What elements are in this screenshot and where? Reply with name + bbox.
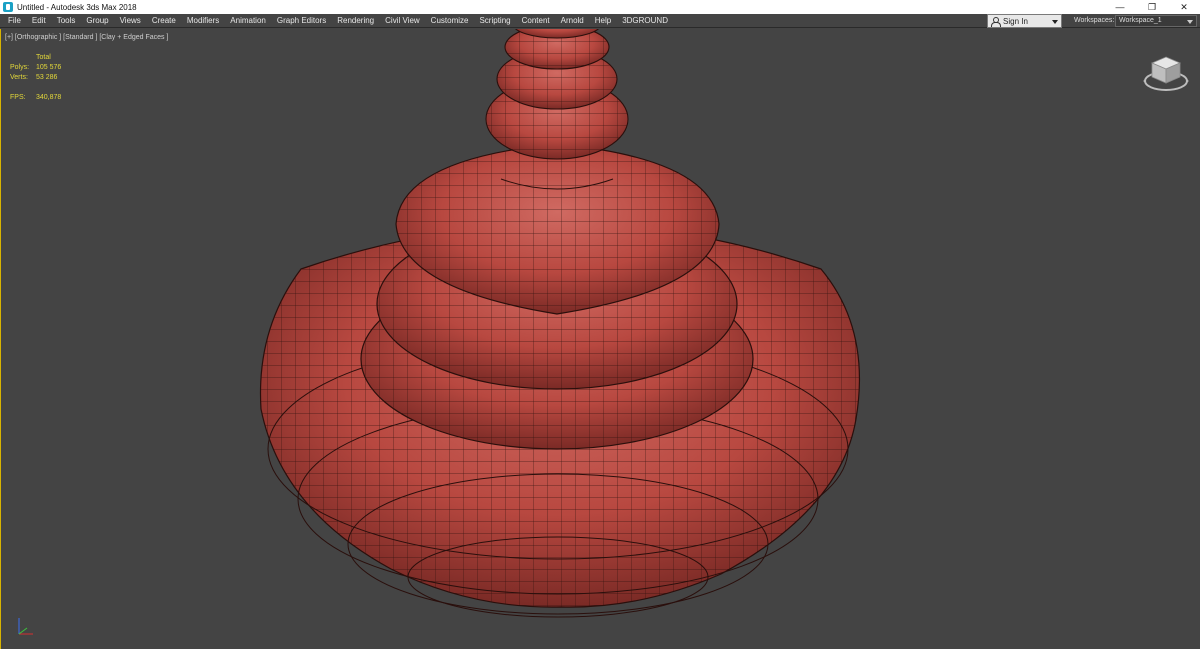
polys-value: 105 576 (36, 64, 62, 71)
title-bar: Untitled - Autodesk 3ds Max 2018 — ❐ ✕ (0, 0, 1200, 14)
menu-civil-view[interactable]: Civil View (380, 14, 426, 28)
polys-label: Polys: (10, 64, 30, 71)
vase-neck-beads (485, 29, 629, 160)
workspace-value: Workspace_1 (1119, 17, 1162, 24)
viewport-statistics: Total Polys: 105 576 Verts: 53 286 FPS: … (10, 53, 61, 103)
menu-animation[interactable]: Animation (225, 14, 272, 28)
minimize-button[interactable]: — (1104, 0, 1136, 14)
stats-polys-row: Polys: 105 576 (10, 63, 61, 73)
app-icon[interactable] (3, 2, 13, 12)
menu-3dground[interactable]: 3DGROUND (617, 14, 674, 28)
restore-button[interactable]: ❐ (1136, 0, 1168, 14)
menu-edit[interactable]: Edit (26, 14, 51, 28)
chevron-down-icon (1187, 20, 1193, 24)
chevron-down-icon (1052, 20, 1058, 24)
menu-graph-editors[interactable]: Graph Editors (271, 14, 331, 28)
viewport-label[interactable]: [+] [Orthographic ] [Standard ] [Clay + … (5, 34, 168, 41)
menu-help[interactable]: Help (589, 14, 616, 28)
menu-file[interactable]: File (0, 14, 26, 28)
vase-model-mesh[interactable] (1, 29, 1200, 649)
workspace-select[interactable]: Workspace_1 (1115, 15, 1197, 27)
verts-value: 53 286 (36, 74, 58, 81)
menu-tools[interactable]: Tools (51, 14, 81, 28)
menu-modifiers[interactable]: Modifiers (181, 14, 224, 28)
menu-bar: File Edit Tools Group Views Create Modif… (0, 14, 1200, 28)
menu-create[interactable]: Create (146, 14, 181, 28)
fps-value: 340,878 (36, 94, 62, 101)
stats-fps-row: FPS: 340,878 (10, 93, 61, 103)
sign-in-dropdown[interactable]: Sign In (987, 14, 1062, 28)
menu-content[interactable]: Content (516, 14, 555, 28)
verts-label: Verts: (10, 74, 28, 81)
user-icon (991, 16, 1001, 27)
stats-verts-row: Verts: 53 286 (10, 73, 61, 83)
menu-customize[interactable]: Customize (425, 14, 474, 28)
window-title: Untitled - Autodesk 3ds Max 2018 (17, 2, 137, 12)
menu-scripting[interactable]: Scripting (474, 14, 516, 28)
perspective-viewport[interactable]: [+] [Orthographic ] [Standard ] [Clay + … (0, 29, 1200, 649)
axis-tripod-icon (18, 618, 33, 635)
sign-in-label: Sign In (1003, 16, 1028, 26)
window-controls: — ❐ ✕ (1104, 0, 1200, 14)
menu-views[interactable]: Views (114, 14, 146, 28)
fps-label: FPS: (10, 94, 26, 101)
close-button[interactable]: ✕ (1168, 0, 1200, 14)
stats-total-header: Total (36, 54, 51, 61)
menu-arnold[interactable]: Arnold (555, 14, 589, 28)
workspaces-label: Workspaces: (1074, 17, 1115, 24)
menu-group[interactable]: Group (81, 14, 114, 28)
menu-rendering[interactable]: Rendering (332, 14, 380, 28)
viewcube-icon[interactable] (1142, 51, 1190, 95)
